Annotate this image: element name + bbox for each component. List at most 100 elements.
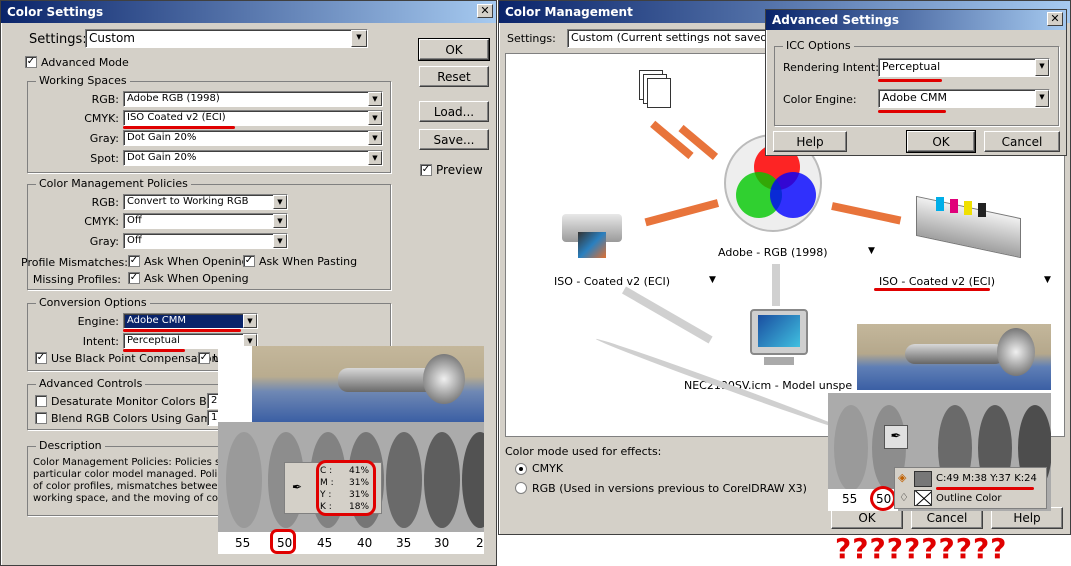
adobe-rgb-dropdown-icon[interactable]: ▼	[868, 246, 875, 256]
intent-label: Intent:	[82, 335, 119, 348]
rendering-intent-label: Rendering Intent:	[783, 61, 879, 74]
ws-gray-select[interactable]: Dot Gain 20% ▼	[123, 130, 383, 146]
gray-swatch	[386, 432, 422, 528]
color-settings-titlebar: Color Settings ✕	[1, 1, 496, 23]
arrow-to-press	[831, 202, 902, 225]
cm-settings-label: Settings:	[507, 32, 556, 45]
pol-rgb-select[interactable]: Convert to Working RGB ▼	[123, 194, 288, 210]
as-help-button[interactable]: Help	[773, 131, 847, 152]
eyedropper-button[interactable]: ✒	[884, 425, 908, 449]
arrow-printer-monitor	[622, 286, 713, 344]
pol-gray-select[interactable]: Off ▼	[123, 233, 288, 249]
photo-clamp-knob	[423, 354, 465, 404]
preview-checkbox[interactable]: ✓	[420, 164, 432, 176]
pen-nib-icon: ♢	[899, 491, 909, 504]
iso-right-label: ISO - Coated v2 (ECI)	[879, 275, 996, 288]
description-line: of color profiles, mismatches between em…	[33, 481, 250, 492]
red-circle-50-right	[870, 486, 896, 511]
question-marks: ??????????	[835, 532, 1008, 565]
ask-pasting-checkbox[interactable]: ✓	[243, 255, 255, 267]
missing-label: Missing Profiles:	[32, 273, 121, 286]
monitor-icon	[746, 309, 812, 369]
rgb-radio-label: RGB (Used in versions previous to CorelD…	[532, 482, 807, 495]
ws-rgb-select[interactable]: Adobe RGB (1998) ▼	[123, 91, 383, 107]
desaturate-checkbox[interactable]	[35, 395, 47, 407]
settings-select[interactable]: Custom ▼	[85, 29, 368, 48]
icc-options-legend: ICC Options	[783, 39, 854, 52]
red-circle-readout	[316, 460, 376, 516]
reset-button[interactable]: Reset	[419, 66, 489, 87]
engine-label: Engine:	[77, 315, 119, 328]
conversion-legend: Conversion Options	[36, 296, 150, 309]
advanced-settings-titlebar: Advanced Settings ✕	[766, 10, 1066, 30]
engine-select[interactable]: Adobe CMM ▼	[123, 313, 258, 329]
gray-swatch	[226, 432, 262, 528]
load-button[interactable]: Load...	[419, 101, 489, 122]
settings-label: Settings:	[29, 32, 87, 47]
close-icon[interactable]: ✕	[1047, 12, 1063, 26]
working-spaces-legend: Working Spaces	[36, 74, 130, 87]
red-underline-color-engine	[878, 110, 946, 113]
gray-swatch	[424, 432, 460, 528]
red-circle-50	[270, 529, 296, 554]
swatch-number: 30	[434, 536, 450, 550]
rgb-radio[interactable]	[515, 482, 527, 494]
ask-pasting-label: Ask When Pasting	[259, 255, 358, 268]
cmyk-radio-label: CMYK	[532, 462, 564, 475]
pol-cmyk-select[interactable]: Off ▼	[123, 213, 288, 229]
bpc-label: Use Black Point Compensation	[51, 352, 219, 365]
bpc-checkbox[interactable]: ✓	[35, 352, 47, 364]
iso-right-dropdown-icon[interactable]: ▼	[1044, 275, 1051, 285]
right-overlay-swatches: 55 50 ✒ ◈ C:49 M:38 Y:37 K:24 ♢ Outline …	[828, 393, 1051, 511]
gray-swatch	[834, 405, 868, 491]
pol-cmyk-label: CMYK:	[84, 215, 119, 228]
blend-label: Blend RGB Colors Using Gamma:	[51, 412, 233, 425]
swatch-number: 55	[842, 492, 858, 506]
right-overlay-photo	[857, 324, 1051, 390]
ws-gray-label: Gray:	[89, 132, 119, 145]
swatch-number: 55	[235, 536, 251, 550]
cmyk-radio[interactable]	[515, 463, 527, 475]
description-legend: Description	[36, 439, 105, 452]
swatch-number: 45	[317, 536, 333, 550]
advanced-mode-checkbox[interactable]: ✓	[25, 56, 37, 68]
mismatch-label: Profile Mismatches:	[21, 256, 128, 269]
ok-button[interactable]: OK	[418, 38, 490, 61]
ask-opening-missing-label: Ask When Opening	[144, 272, 249, 285]
as-ok-button[interactable]: OK	[906, 130, 976, 153]
dither-checkbox[interactable]: ✓	[198, 352, 210, 364]
color-engine-select[interactable]: Adobe CMM ▼	[878, 89, 1050, 108]
eyedropper-icon: ✒	[292, 480, 303, 494]
description-line: working space, and the moving of colors	[33, 493, 237, 504]
arrow-to-documents	[650, 120, 694, 160]
ws-spot-label: Spot:	[90, 152, 119, 165]
left-overlay-swatches: 55 50 45 40 35 30 2 ✒ C : 41% M : 31% Y …	[218, 422, 484, 554]
ws-spot-select[interactable]: Dot Gain 20% ▼	[123, 150, 383, 166]
cm-settings-select[interactable]: Custom (Current settings not saved)	[567, 29, 767, 48]
red-underline-fill-readout	[936, 487, 1034, 490]
ask-opening-checkbox[interactable]: ✓	[128, 255, 140, 267]
ws-rgb-label: RGB:	[91, 93, 119, 106]
description-line: Color Management Policies: Policies spec	[33, 457, 239, 468]
pol-gray-label: Gray:	[89, 235, 119, 248]
swatch-number: 35	[396, 536, 412, 550]
adobe-rgb-label: Adobe - RGB (1998)	[718, 246, 828, 259]
preview-label: Preview	[436, 163, 483, 177]
rendering-intent-select[interactable]: Perceptual ▼	[878, 58, 1050, 77]
fill-color-readout: C:49 M:38 Y:37 K:24	[936, 473, 1037, 484]
iso-left-dropdown-icon[interactable]: ▼	[709, 275, 716, 285]
blend-checkbox[interactable]	[35, 412, 47, 424]
ask-opening-missing-checkbox[interactable]: ✓	[128, 272, 140, 284]
outline-color-swatch	[914, 490, 932, 506]
iso-left-label: ISO - Coated v2 (ECI)	[554, 275, 671, 288]
arrow-to-monitor	[772, 264, 780, 306]
documents-icon	[639, 70, 673, 112]
ws-cmyk-select[interactable]: ISO Coated v2 (ECI) ▼	[123, 110, 383, 126]
as-cancel-button[interactable]: Cancel	[984, 131, 1060, 152]
pol-rgb-label: RGB:	[91, 196, 119, 209]
gray-swatch	[462, 432, 484, 528]
advanced-settings-title: Advanced Settings	[772, 13, 900, 27]
save-button[interactable]: Save...	[419, 129, 489, 150]
close-icon[interactable]: ✕	[477, 4, 493, 18]
ws-cmyk-label: CMYK:	[84, 112, 119, 125]
